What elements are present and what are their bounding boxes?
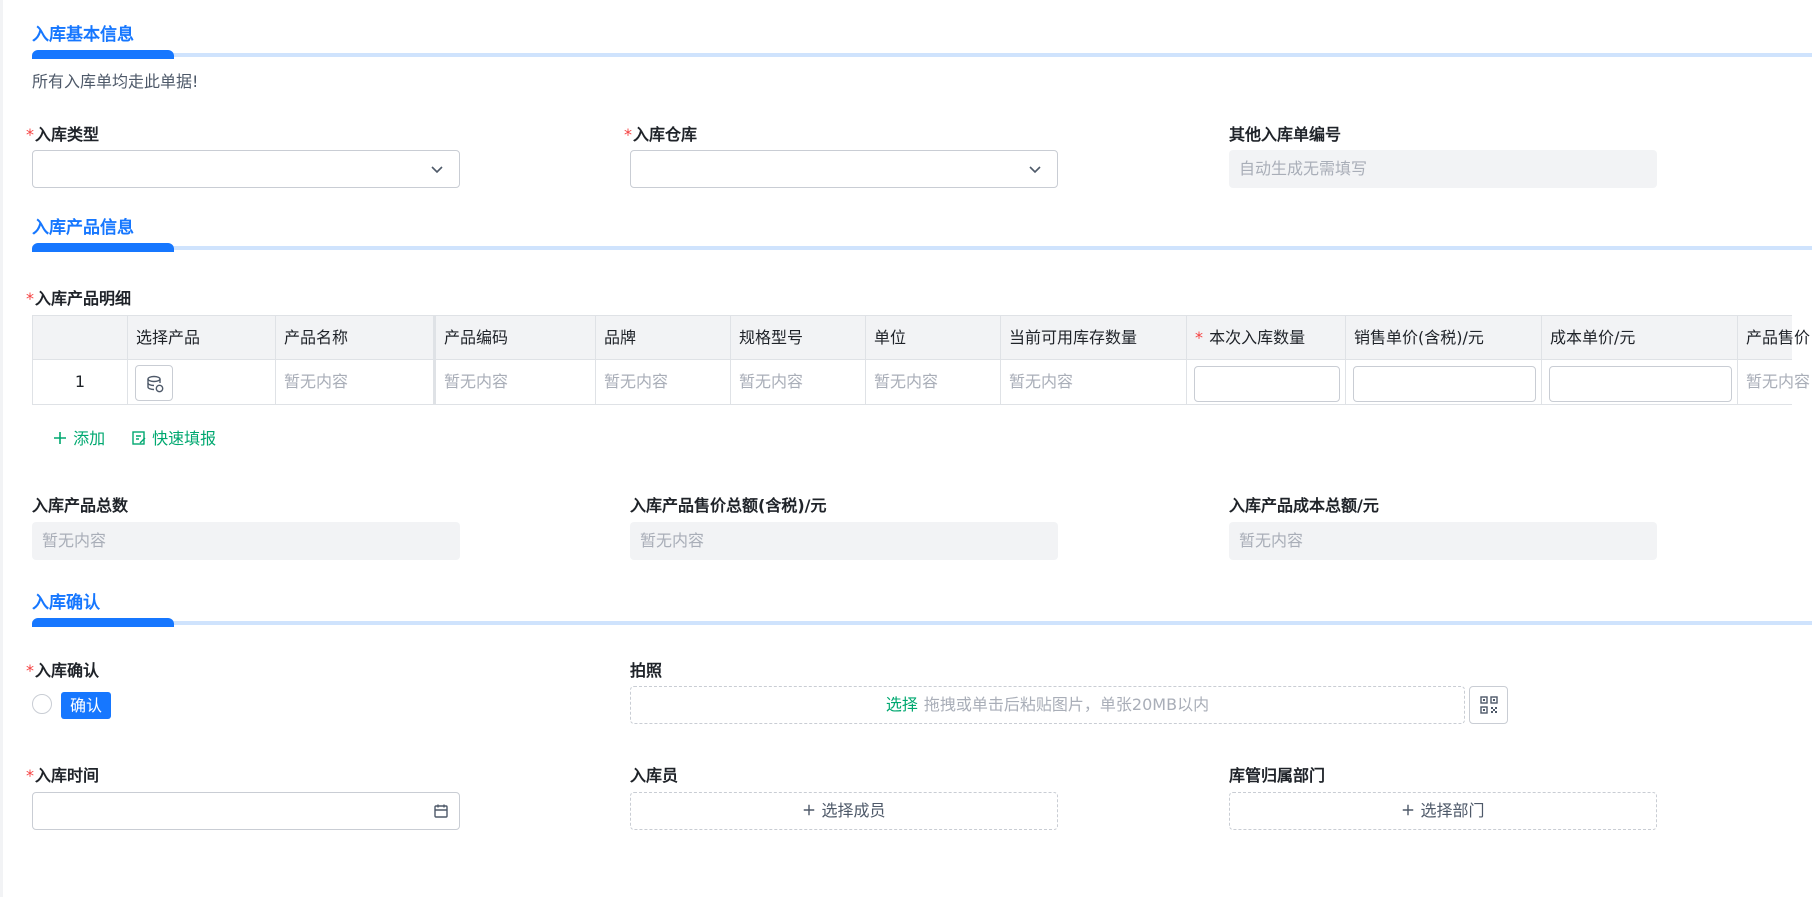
qty-input[interactable] (1194, 366, 1340, 402)
upload-select-link[interactable]: 选择 (886, 695, 918, 714)
select-member-label: 选择成员 (821, 801, 886, 820)
select-department-button[interactable]: 选择部门 (1229, 792, 1657, 830)
column-header-index (33, 316, 128, 360)
column-header-unit: 单位 (866, 316, 1001, 360)
field-label-confirm: *入库确认 (26, 660, 99, 682)
qr-code-icon (1480, 696, 1498, 714)
section-title-product: 入库产品信息 (32, 218, 134, 238)
label-text: 入库仓库 (633, 125, 698, 144)
column-header-qty-text: 本次入库数量 (1209, 328, 1306, 347)
field-label-total-count: 入库产品总数 (32, 496, 129, 515)
field-label-photo: 拍照 (630, 661, 663, 680)
total-count-field: 暂无内容 (32, 522, 460, 560)
product-picker-button[interactable] (135, 365, 173, 401)
qr-upload-button[interactable] (1469, 686, 1508, 724)
confirm-radio[interactable] (32, 694, 52, 714)
field-label-cost-total: 入库产品成本总额/元 (1229, 496, 1379, 515)
section-accent-bar (32, 50, 174, 59)
table-row: 1 暂无内容 暂无内容 暂无内容 暂无内容 暂无内容 暂无内容 暂无内容 (33, 360, 1810, 404)
chevron-down-icon (1029, 166, 1041, 174)
plus-icon (54, 432, 66, 444)
add-row-button[interactable]: 添加 (52, 428, 105, 450)
cell-brand: 暂无内容 (596, 360, 731, 404)
field-label-warehouse: *入库仓库 (624, 124, 697, 146)
product-picker-cell (128, 360, 276, 404)
section-product-info: 入库产品信息 (32, 217, 1812, 252)
section-accent-bar (32, 618, 174, 627)
cell-sale-price (1346, 360, 1542, 404)
field-label-staff: 入库员 (630, 766, 679, 785)
add-label: 添加 (73, 429, 106, 448)
quick-fill-button[interactable]: 快速填报 (131, 428, 216, 450)
column-header-stock: 当前可用库存数量 (1001, 316, 1187, 360)
sale-total-field: 暂无内容 (630, 522, 1058, 560)
column-header-code: 产品编码 (436, 316, 596, 360)
column-header-price-total: 产品售价 (1746, 328, 1811, 347)
warehouse-select[interactable] (630, 150, 1058, 188)
plus-icon (804, 804, 815, 816)
cell-unit: 暂无内容 (866, 360, 1001, 404)
upload-hint: 拖拽或单击后粘贴图片，单张20MB以内 (923, 695, 1210, 714)
required-marker: * (26, 661, 34, 680)
cell-name: 暂无内容 (276, 360, 436, 404)
product-detail-table: 选择产品 产品名称 产品编码 品牌 规格型号 单位 当前可用库存数量 * 本次入… (32, 315, 1810, 405)
quick-fill-label: 快速填报 (152, 429, 217, 448)
cell-code: 暂无内容 (436, 360, 596, 404)
column-header-spec: 规格型号 (731, 316, 866, 360)
plus-icon (1403, 804, 1414, 816)
required-marker: * (624, 125, 632, 144)
required-marker: * (26, 125, 34, 144)
field-label-sale-total: 入库产品售价总额(含税)/元 (630, 496, 827, 515)
cell-cost-price (1542, 360, 1738, 404)
required-marker: * (26, 289, 34, 308)
product-picker-icon (147, 375, 164, 393)
label-text: 入库类型 (35, 125, 100, 144)
section-hint: 所有入库单均走此单据! (32, 72, 199, 91)
left-border (0, 0, 3, 897)
order-no-field: 自动生成无需填写 (1229, 150, 1657, 188)
calendar-icon (434, 804, 448, 818)
sale-price-input[interactable] (1353, 366, 1536, 402)
section-title-confirm: 入库确认 (32, 593, 100, 613)
column-header-select: 选择产品 (128, 316, 276, 360)
cell-stock: 暂无内容 (1001, 360, 1187, 404)
cell-spec: 暂无内容 (731, 360, 866, 404)
column-header-qty: * 本次入库数量 (1187, 316, 1346, 360)
field-label-type: *入库类型 (26, 124, 99, 146)
required-marker: * (26, 766, 34, 785)
select-member-button[interactable]: 选择成员 (630, 792, 1058, 830)
stock-in-time-picker[interactable] (32, 792, 460, 830)
label-text: 入库产品明细 (35, 289, 132, 308)
column-header-cost-price: 成本单价/元 (1542, 316, 1738, 360)
required-marker: * (1195, 328, 1203, 347)
chevron-down-icon (431, 166, 443, 174)
cost-total-field: 暂无内容 (1229, 522, 1657, 560)
select-department-label: 选择部门 (1420, 801, 1485, 820)
column-header-sale-price: 销售单价(含税)/元 (1346, 316, 1542, 360)
section-basic-info: 入库基本信息 (32, 24, 1812, 59)
label-text: 入库时间 (35, 766, 100, 785)
section-title-basic: 入库基本信息 (32, 25, 134, 45)
label-text: 入库确认 (35, 661, 100, 680)
column-header-brand: 品牌 (596, 316, 731, 360)
type-select[interactable] (32, 150, 460, 188)
quick-fill-icon (132, 431, 146, 445)
field-label-product-detail: *入库产品明细 (26, 288, 131, 310)
table-header-row: 选择产品 产品名称 产品编码 品牌 规格型号 单位 当前可用库存数量 * 本次入… (33, 316, 1810, 360)
row-index: 1 (33, 360, 128, 404)
section-accent-bar (32, 243, 174, 252)
field-label-dept: 库管归属部门 (1229, 766, 1326, 785)
field-label-time: *入库时间 (26, 765, 99, 787)
field-label-order-no: 其他入库单编号 (1229, 125, 1342, 144)
cell-qty (1187, 360, 1346, 404)
column-header-name: 产品名称 (276, 316, 436, 360)
cell-price-total: 暂无内容 (1746, 372, 1811, 391)
section-confirm: 入库确认 (32, 592, 1812, 627)
photo-upload-area[interactable]: 选择 拖拽或单击后粘贴图片，单张20MB以内 (630, 686, 1465, 724)
cost-price-input[interactable] (1549, 366, 1732, 402)
section-divider (32, 53, 1812, 57)
confirm-tag[interactable]: 确认 (61, 692, 112, 719)
section-divider (32, 246, 1812, 250)
section-divider (32, 621, 1812, 625)
